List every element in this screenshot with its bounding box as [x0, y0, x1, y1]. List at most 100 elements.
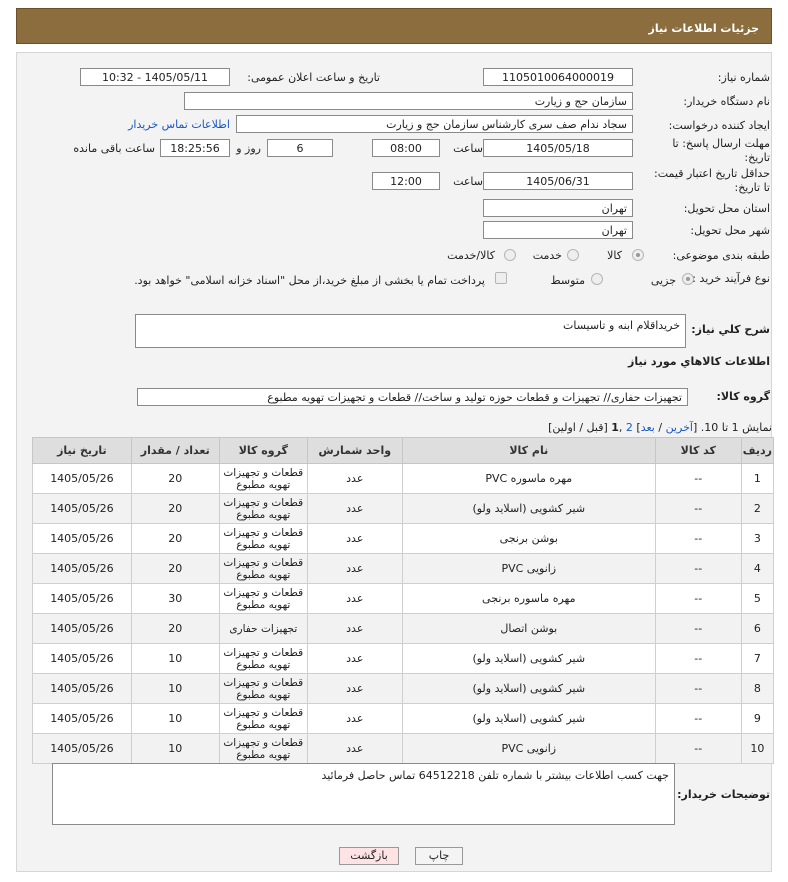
cell-row-number: 6: [740, 613, 775, 644]
cell-need-date: 1405/05/26: [32, 673, 132, 704]
cell-need-date: 1405/05/26: [32, 703, 132, 734]
remaining-label: ساعت باقی مانده: [73, 142, 155, 155]
cell-need-date: 1405/05/26: [32, 613, 132, 644]
cell-row-number: 2: [740, 493, 775, 524]
process-radio-medium[interactable]: [591, 273, 603, 285]
table-header-row: ردیف کد کالا نام کالا واحد شمارش گروه کا…: [32, 437, 775, 464]
process-option-medium: متوسط: [550, 274, 585, 287]
cell-item-group: قطعات و تجهیزات تهویه مطبوع: [218, 643, 308, 674]
cell-quantity: 10: [130, 673, 220, 704]
category-radio-goods-service[interactable]: [504, 249, 516, 261]
cell-item-code: --: [654, 643, 742, 674]
col-qty: تعداد / مقدار: [130, 437, 220, 464]
col-code: کد کالا: [654, 437, 742, 464]
price-validity-label: حداقل تاریخ اعتبار قیمت:: [654, 167, 770, 180]
days-label: روز و: [236, 142, 261, 155]
goods-group-label: گروه کالا:: [716, 390, 770, 403]
cell-quantity: 30: [130, 583, 220, 614]
description-label: شرح کلي نياز:: [691, 323, 770, 336]
cell-item-code: --: [654, 733, 742, 764]
col-row: ردیف: [740, 437, 775, 464]
cell-item-code: --: [654, 613, 742, 644]
process-option-minor: جزیی: [650, 274, 676, 287]
category-label: طبقه بندی موضوعی:: [672, 249, 770, 262]
deadline-label: مهلت ارسال پاسخ: تا: [672, 137, 770, 150]
process-radio-minor[interactable]: [682, 273, 694, 285]
goods-table: ردیف کد کالا نام کالا واحد شمارش گروه کا…: [32, 437, 775, 764]
goods-group-field: تجهیزات حفاری// تجهیزات و قطعات حوزه تول…: [137, 388, 688, 406]
cell-row-number: 5: [740, 583, 775, 614]
cell-unit: عدد: [306, 733, 403, 764]
cell-row-number: 10: [740, 733, 775, 764]
page-1-current: 1: [611, 421, 619, 434]
cell-need-date: 1405/05/26: [32, 493, 132, 524]
cell-item-group: تجهیزات حفاری: [218, 613, 308, 644]
description-field[interactable]: خریداقلام ابنه و تاسیسات: [135, 314, 686, 348]
deadline-time-field: 08:00: [372, 139, 440, 157]
cell-item-group: قطعات و تجهیزات تهویه مطبوع: [218, 583, 308, 614]
cell-row-number: 3: [740, 523, 775, 554]
cell-need-date: 1405/05/26: [32, 553, 132, 584]
cell-row-number: 4: [740, 553, 775, 584]
cell-item-name: بوشن اتصال: [401, 613, 656, 644]
table-row: 7 -- شیر کشویی (اسلاید ولو) عدد قطعات و تجهی…: [32, 643, 775, 674]
cell-row-number: 7: [740, 643, 775, 674]
col-unit: واحد شمارش: [306, 437, 403, 464]
print-button[interactable]: چاپ: [415, 847, 463, 865]
requester-field: سجاد ندام صف سری کارشناس سازمان حج و زیا…: [236, 115, 633, 133]
cell-row-number: 9: [740, 703, 775, 734]
remaining-time-field: 18:25:56: [160, 139, 230, 157]
cell-item-name: مهره ماسوره PVC: [401, 463, 656, 494]
cell-unit: عدد: [306, 463, 403, 494]
buyer-contact-link[interactable]: اطلاعات تماس خریدار: [128, 118, 230, 131]
treasury-checkbox[interactable]: [495, 272, 507, 284]
cell-need-date: 1405/05/26: [32, 583, 132, 614]
cell-quantity: 20: [130, 493, 220, 524]
cell-row-number: 8: [740, 673, 775, 704]
page-2-link[interactable]: 2: [626, 421, 633, 434]
price-date-field: 1405/06/31: [483, 172, 633, 190]
cell-unit: عدد: [306, 583, 403, 614]
cell-unit: عدد: [306, 613, 403, 644]
cell-item-name: مهره ماسوره برنجی: [401, 583, 656, 614]
buyer-notes-label: توضیحات خریدار:: [677, 788, 770, 801]
category-radio-goods[interactable]: [632, 249, 644, 261]
cell-item-name: شیر کشویی (اسلاید ولو): [401, 703, 656, 734]
city-label: شهر محل تحویل:: [690, 224, 770, 237]
page-next-link[interactable]: بعد: [641, 421, 655, 434]
page-last-link[interactable]: آخرین: [666, 421, 693, 434]
cell-quantity: 10: [130, 703, 220, 734]
cell-item-code: --: [654, 553, 742, 584]
col-date: تاریخ نیاز: [32, 437, 132, 464]
cell-item-name: بوشن برنجی: [401, 523, 656, 554]
buyer-notes-field[interactable]: جهت کسب اطلاعات بیشتر با شماره تلفن 6451…: [52, 763, 675, 825]
cell-quantity: 10: [130, 643, 220, 674]
cell-unit: عدد: [306, 673, 403, 704]
buyer-org-field: سازمان حج و زیارت: [184, 92, 633, 110]
cell-unit: عدد: [306, 553, 403, 584]
cell-quantity: 20: [130, 463, 220, 494]
category-radio-service[interactable]: [567, 249, 579, 261]
pagination: نمایش 1 تا 10. [آخرین / بعد] 2 ,1 [قبل /…: [548, 421, 772, 434]
cell-item-code: --: [654, 583, 742, 614]
cell-item-group: قطعات و تجهیزات تهویه مطبوع: [218, 553, 308, 584]
need-number-label: شماره نیاز:: [717, 71, 770, 84]
table-row: 6 -- بوشن اتصال عدد تجهیزات حفاری 20 1405/05/2…: [32, 613, 775, 644]
cell-item-name: زانویی PVC: [401, 553, 656, 584]
cell-quantity: 20: [130, 523, 220, 554]
back-button[interactable]: بازگشت: [339, 847, 399, 865]
category-option-goods-service: کالا/خدمت: [447, 249, 495, 262]
cell-unit: عدد: [306, 523, 403, 554]
requester-label: ایجاد کننده درخواست:: [668, 119, 770, 132]
cell-row-number: 1: [740, 463, 775, 494]
table-row: 9 -- شیر کشویی (اسلاید ولو) عدد قطعات و تجهی…: [32, 703, 775, 734]
deadline-label-date: تاریخ:: [744, 151, 770, 164]
cell-need-date: 1405/05/26: [32, 463, 132, 494]
table-row: 1 -- مهره ماسوره PVC عدد قطعات و تجهیزات تهو…: [32, 463, 775, 494]
cell-unit: عدد: [306, 703, 403, 734]
cell-item-code: --: [654, 703, 742, 734]
table-row: 4 -- زانویی PVC عدد قطعات و تجهیزات تهویه مط…: [32, 553, 775, 584]
cell-unit: عدد: [306, 643, 403, 674]
cell-item-group: قطعات و تجهیزات تهویه مطبوع: [218, 703, 308, 734]
cell-quantity: 10: [130, 733, 220, 764]
